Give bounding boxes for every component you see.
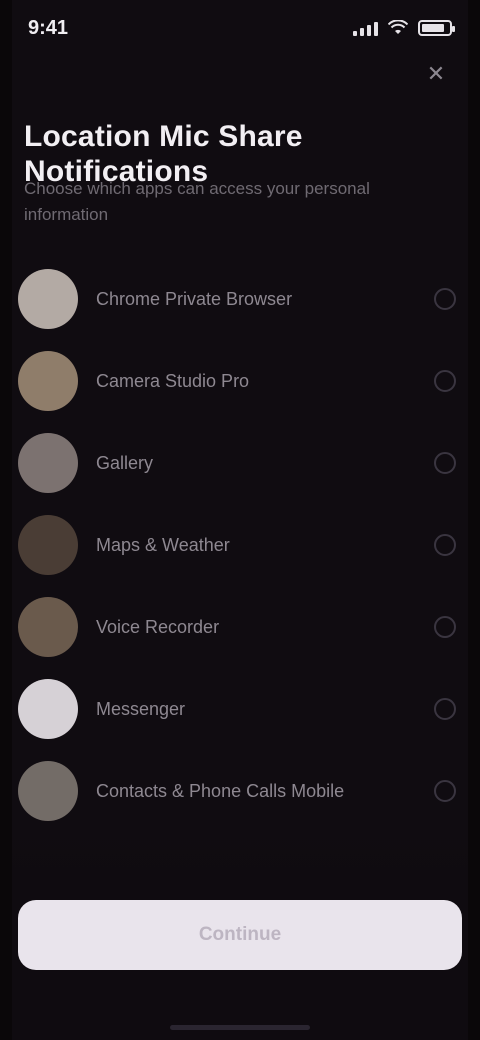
list-item[interactable]: Maps & Weather bbox=[18, 504, 456, 586]
app-avatar bbox=[18, 679, 78, 739]
app-permission-list: Chrome Private Browser Camera Studio Pro… bbox=[18, 258, 456, 832]
list-item[interactable]: Voice Recorder bbox=[18, 586, 456, 668]
app-name: Gallery bbox=[96, 452, 154, 473]
app-screen: 9:41 ✕ Location Mic Share Notifications … bbox=[0, 0, 480, 1040]
status-icons bbox=[353, 20, 455, 36]
signal-icon bbox=[353, 20, 378, 36]
app-name: Contacts & Phone Calls Mobile bbox=[96, 780, 345, 801]
home-indicator bbox=[170, 1025, 310, 1030]
status-bar: 9:41 bbox=[28, 10, 455, 46]
battery-icon bbox=[418, 20, 455, 36]
select-toggle[interactable] bbox=[434, 452, 456, 474]
app-avatar bbox=[18, 597, 78, 657]
select-toggle[interactable] bbox=[434, 698, 456, 720]
app-name: Chrome Private Browser bbox=[96, 288, 293, 309]
app-name: Maps & Weather bbox=[96, 534, 230, 555]
select-toggle[interactable] bbox=[434, 370, 456, 392]
app-name: Voice Recorder bbox=[96, 616, 220, 637]
app-name: Messenger bbox=[96, 698, 186, 719]
continue-button[interactable]: Continue bbox=[18, 900, 462, 970]
list-item[interactable]: Gallery bbox=[18, 422, 456, 504]
select-toggle[interactable] bbox=[434, 780, 456, 802]
select-toggle[interactable] bbox=[434, 288, 456, 310]
list-item[interactable]: Messenger bbox=[18, 668, 456, 750]
close-button[interactable]: ✕ bbox=[422, 60, 450, 88]
app-avatar bbox=[18, 351, 78, 411]
list-item[interactable]: Chrome Private Browser bbox=[18, 258, 456, 340]
app-avatar bbox=[18, 269, 78, 329]
app-avatar bbox=[18, 433, 78, 493]
app-avatar bbox=[18, 515, 78, 575]
battery-level bbox=[422, 24, 444, 32]
app-avatar bbox=[18, 761, 78, 821]
page-subtitle: Choose which apps can access your person… bbox=[24, 179, 370, 225]
status-time: 9:41 bbox=[28, 16, 69, 39]
app-name: Camera Studio Pro bbox=[96, 370, 250, 391]
list-item[interactable]: Camera Studio Pro bbox=[18, 340, 456, 422]
wifi-icon bbox=[388, 20, 408, 34]
select-toggle[interactable] bbox=[434, 534, 456, 556]
select-toggle[interactable] bbox=[434, 616, 456, 638]
close-icon: ✕ bbox=[426, 61, 446, 86]
